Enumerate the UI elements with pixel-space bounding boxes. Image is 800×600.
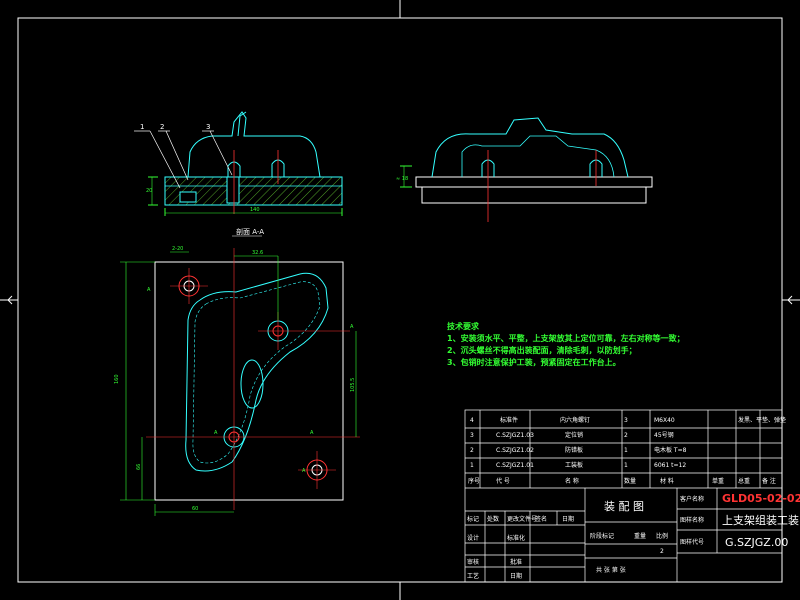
- note-item: 2、沉头螺丝不得高出装配面，清除毛刺，以防划手；: [447, 346, 637, 355]
- svg-text:内六角螺钉: 内六角螺钉: [560, 416, 590, 424]
- svg-text:160: 160: [114, 374, 120, 384]
- front-section-view: 140 20 1 2 3: [134, 111, 343, 216]
- drawing-code: G.SZJGZ.00: [725, 536, 788, 549]
- svg-text:45号钢: 45号钢: [654, 431, 674, 439]
- svg-text:C.SZJGZ1.03: C.SZJGZ1.03: [496, 432, 534, 439]
- svg-text:定位销: 定位销: [565, 431, 583, 439]
- bracket-outline-front: [187, 111, 321, 178]
- svg-text:图样代号: 图样代号: [680, 538, 704, 546]
- svg-text:签名: 签名: [535, 515, 547, 523]
- svg-text:60: 60: [192, 506, 198, 512]
- svg-text:66: 66: [136, 464, 142, 470]
- note-item: 1、安装须水平、平整，上支架放其上定位可靠，左右对称等一致；: [447, 334, 685, 343]
- svg-text:发黑、平垫、弹垫: 发黑、平垫、弹垫: [738, 416, 786, 424]
- svg-text:2-20: 2-20: [172, 246, 183, 252]
- svg-text:电木板 T=8: 电木板 T=8: [654, 446, 687, 454]
- svg-text:A: A: [302, 468, 306, 474]
- svg-text:数量: 数量: [624, 477, 636, 485]
- svg-text:2: 2: [660, 548, 664, 555]
- svg-text:1: 1: [624, 462, 628, 469]
- svg-text:M6X40: M6X40: [654, 417, 675, 424]
- svg-text:标准件: 标准件: [500, 416, 518, 424]
- svg-text:备 注: 备 注: [762, 477, 776, 485]
- notes-title: 技术要求: [447, 322, 479, 331]
- top-view: 剖面 A-A 2-20 32.6 160 105.5 66 60 A A A A…: [114, 227, 360, 516]
- section-label: 剖面 A-A: [236, 227, 264, 236]
- bracket-outline-side: [431, 117, 629, 178]
- svg-text:批准: 批准: [510, 558, 522, 566]
- svg-text:序号: 序号: [468, 477, 480, 485]
- svg-text:总重: 总重: [738, 477, 750, 485]
- svg-text:材 料: 材 料: [660, 477, 674, 485]
- callout-3: 3: [206, 123, 210, 131]
- svg-text:代 号: 代 号: [496, 477, 510, 485]
- svg-text:更改文件号: 更改文件号: [507, 515, 537, 523]
- note-item: 3、包销时注意保护工装，预紧固定在工作台上。: [447, 358, 621, 367]
- svg-text:3: 3: [470, 432, 474, 439]
- bom-row: 4 标准件 内六角螺钉 3 M6X40 发黑、平垫、弹垫: [470, 416, 786, 424]
- customer-value: GLD05-02-02: [722, 492, 800, 505]
- svg-text:重量: 重量: [634, 532, 646, 540]
- svg-text:2: 2: [624, 432, 628, 439]
- drawing-frame: [0, 0, 800, 600]
- svg-text:A: A: [214, 430, 218, 436]
- bracket-outline-top: [185, 272, 329, 472]
- svg-text:A: A: [310, 430, 314, 436]
- base-plate-top: [154, 261, 344, 501]
- svg-text:C.SZJGZ1.01: C.SZJGZ1.01: [496, 462, 534, 469]
- svg-text:A: A: [147, 287, 151, 293]
- svg-text:140: 140: [250, 207, 260, 213]
- svg-text:2: 2: [470, 447, 474, 454]
- bom-table: 4 标准件 内六角螺钉 3 M6X40 发黑、平垫、弹垫 3 C.SZJGZ1.…: [468, 416, 786, 485]
- svg-text:图样名称: 图样名称: [680, 516, 704, 524]
- svg-text:审核: 审核: [467, 558, 479, 566]
- svg-text:3: 3: [624, 417, 628, 424]
- drawing-canvas: 140 20 1 2 3 ≈ 18 剖面 A-A 2-20 32.6 160 1…: [0, 0, 800, 600]
- svg-text:C.SZJGZ1.02: C.SZJGZ1.02: [496, 447, 534, 454]
- svg-text:比例: 比例: [656, 532, 668, 540]
- callout-2: 2: [160, 123, 164, 131]
- svg-text:1: 1: [624, 447, 628, 454]
- svg-text:防错板: 防错板: [565, 446, 583, 454]
- svg-text:日期: 日期: [562, 515, 574, 523]
- svg-text:标准化: 标准化: [507, 534, 525, 542]
- svg-text:工艺: 工艺: [467, 572, 479, 580]
- svg-text:阶段标记: 阶段标记: [590, 532, 614, 540]
- svg-text:标记: 标记: [467, 515, 479, 523]
- svg-text:6061 t=12: 6061 t=12: [654, 462, 686, 469]
- callout-1: 1: [140, 123, 144, 131]
- technical-notes: 技术要求 1、安装须水平、平整，上支架放其上定位可靠，左右对称等一致； 2、沉头…: [447, 321, 685, 369]
- svg-text:20: 20: [146, 188, 152, 194]
- svg-text:共 张 第 张: 共 张 第 张: [596, 566, 626, 574]
- side-view: ≈ 18: [396, 117, 653, 222]
- bom-row: 1 C.SZJGZ1.01 工装板 1 6061 t=12: [470, 461, 686, 469]
- svg-text:4: 4: [470, 417, 474, 424]
- bom-row: 3 C.SZJGZ1.03 定位销 2 45号钢: [470, 431, 674, 439]
- svg-text:客户名称: 客户名称: [680, 495, 704, 503]
- drawing-name: 上支架组装工装: [722, 513, 799, 527]
- svg-text:名 称: 名 称: [565, 477, 579, 485]
- svg-text:日期: 日期: [510, 572, 522, 580]
- svg-text:A: A: [350, 324, 354, 330]
- svg-text:设计: 设计: [467, 534, 479, 542]
- svg-text:105.5: 105.5: [350, 378, 356, 392]
- svg-text:处数: 处数: [487, 515, 499, 523]
- bom-row: 2 C.SZJGZ1.02 防错板 1 电木板 T=8: [470, 446, 687, 454]
- svg-text:单重: 单重: [712, 477, 724, 485]
- svg-text:≈ 18: ≈ 18: [396, 176, 408, 182]
- svg-text:工装板: 工装板: [565, 461, 583, 469]
- drawing-type: 装 配 图: [604, 500, 644, 513]
- svg-text:1: 1: [470, 462, 474, 469]
- svg-text:32.6: 32.6: [252, 250, 263, 256]
